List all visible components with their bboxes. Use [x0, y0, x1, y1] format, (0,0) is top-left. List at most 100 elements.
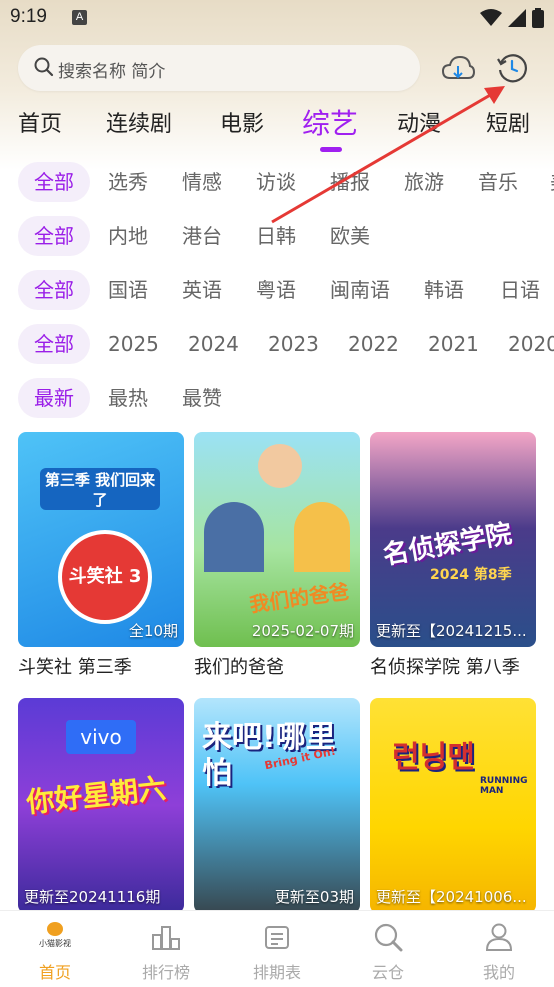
cloud-search-icon	[374, 923, 403, 952]
episode-badge: 更新至03期	[274, 888, 354, 906]
filter-chip[interactable]: 国语	[108, 270, 148, 310]
nav-label: 我的	[482, 963, 515, 982]
history-icon[interactable]	[495, 51, 529, 85]
nav-cloud[interactable]: 云仓	[343, 921, 433, 983]
filter-chip[interactable]: 全部	[18, 324, 90, 364]
filter-chip[interactable]: 访谈	[256, 162, 296, 202]
filter-chip[interactable]: 最热	[108, 378, 148, 418]
poster-text: 我们的爸爸	[248, 579, 351, 617]
tab-variety[interactable]: 综艺	[302, 102, 358, 142]
poster-image[interactable]: 来吧!哪里怕 Bring it On! 更新至03期	[194, 698, 360, 913]
episode-badge: 更新至【20241215...	[376, 622, 527, 640]
filter-chip[interactable]: 选秀	[108, 162, 148, 202]
filter-chip[interactable]: 音乐	[478, 162, 518, 202]
poster-logo: vivo	[66, 720, 136, 754]
poster-image[interactable]: 런닝맨 RUNNING MAN 更新至【20241006...	[370, 698, 536, 913]
poster-image[interactable]: 名侦探学院 2024 第8季 更新至【20241215...	[370, 432, 536, 647]
signal-icon	[508, 9, 526, 27]
filter-row-region: 全部 内地 港台 日韩 欧美	[0, 216, 554, 260]
person-icon	[294, 502, 350, 572]
wifi-icon	[480, 9, 502, 26]
poster-image[interactable]: 第三季 我们回来了 斗笑社 3 全10期	[18, 432, 184, 647]
episode-badge: 更新至20241116期	[24, 888, 161, 906]
filter-chip[interactable]: 全部	[18, 270, 90, 310]
notification-icon: A	[72, 10, 87, 25]
poster-image[interactable]: 我们的爸爸 2025-02-07期	[194, 432, 360, 647]
search-icon	[34, 57, 54, 77]
tab-home[interactable]: 首页	[18, 106, 62, 138]
ranking-icon	[152, 926, 180, 950]
filter-chip[interactable]: 闽南语	[330, 270, 390, 310]
filter-chip[interactable]: 日语	[500, 270, 540, 310]
filter-chip[interactable]: 情感	[182, 162, 222, 202]
show-card[interactable]: 来吧!哪里怕 Bring it On! 更新至03期	[194, 698, 360, 913]
show-card[interactable]: 我们的爸爸 2025-02-07期 我们的爸爸	[194, 432, 360, 679]
tab-series[interactable]: 连续剧	[106, 106, 172, 138]
person-icon	[258, 444, 302, 488]
status-icons	[480, 8, 544, 28]
filter-chip[interactable]: 2023	[268, 324, 319, 364]
show-card[interactable]: 第三季 我们回来了 斗笑社 3 全10期 斗笑社 第三季	[18, 432, 184, 679]
filter-row-type: 全部 选秀 情感 访谈 播报 旅游 音乐 美	[0, 162, 554, 206]
poster-sub: RUNNING MAN	[480, 776, 528, 796]
filter-chip[interactable]: 韩语	[424, 270, 464, 310]
tab-indicator	[320, 147, 342, 152]
filter-chip[interactable]: 旅游	[404, 162, 444, 202]
filter-chip[interactable]: 全部	[18, 162, 90, 202]
app-logo-icon: 小猫影视	[10, 921, 100, 953]
show-card[interactable]: 런닝맨 RUNNING MAN 更新至【20241006...	[370, 698, 536, 913]
nav-schedule[interactable]: 排期表	[232, 921, 322, 983]
tab-short-drama[interactable]: 短剧	[486, 106, 530, 138]
poster-logo: 斗笑社 3	[58, 530, 152, 624]
nav-ranking[interactable]: 排行榜	[121, 921, 211, 983]
poster-image[interactable]: vivo 你好星期六 更新至20241116期	[18, 698, 184, 913]
user-icon	[485, 923, 513, 951]
filter-chip[interactable]: 播报	[330, 162, 370, 202]
episode-badge: 全10期	[128, 622, 178, 640]
schedule-icon	[265, 926, 289, 949]
show-title[interactable]: 斗笑社 第三季	[18, 653, 184, 679]
cloud-download-icon[interactable]	[441, 52, 475, 86]
filter-chip[interactable]: 港台	[182, 216, 222, 256]
show-card[interactable]: 名侦探学院 2024 第8季 更新至【20241215... 名侦探学院 第八季	[370, 432, 536, 679]
filter-chip[interactable]: 内地	[108, 216, 148, 256]
filter-chip[interactable]: 2020	[508, 324, 554, 364]
show-card[interactable]: vivo 你好星期六 更新至20241116期	[18, 698, 184, 913]
poster-text: 런닝맨	[392, 740, 475, 775]
poster-text: 你好星期六	[24, 771, 168, 820]
search-input[interactable]: 搜索名称 简介	[18, 45, 420, 91]
poster-sub: 2024 第8季	[430, 567, 512, 583]
bottom-nav: 小猫影视 首页 排行榜 排期表 云仓 我的	[0, 910, 554, 987]
filter-chip[interactable]: 2024	[188, 324, 239, 364]
person-icon	[204, 502, 264, 572]
filter-chip[interactable]: 2021	[428, 324, 479, 364]
category-tabs: 首页 连续剧 电影 综艺 动漫 短剧	[0, 100, 554, 150]
search-placeholder: 搜索名称 简介	[58, 62, 166, 82]
status-time: 9:19	[10, 6, 47, 27]
filter-chip[interactable]: 粤语	[256, 270, 296, 310]
filter-row-language: 全部 国语 英语 粤语 闽南语 韩语 日语	[0, 270, 554, 314]
nav-label: 首页	[38, 963, 71, 982]
filter-chip[interactable]: 2022	[348, 324, 399, 364]
tab-anime[interactable]: 动漫	[397, 106, 441, 138]
filter-chip[interactable]: 最赞	[182, 378, 222, 418]
filter-chip[interactable]: 2025	[108, 324, 159, 364]
app-logo-text: 小猫影视	[39, 939, 71, 948]
filter-chip[interactable]: 英语	[182, 270, 222, 310]
filter-chip[interactable]: 日韩	[256, 216, 296, 256]
episode-badge: 2025-02-07期	[251, 622, 354, 640]
nav-label: 排行榜	[141, 963, 190, 982]
nav-profile[interactable]: 我的	[454, 921, 544, 983]
poster-text: 第三季 我们回来了	[40, 468, 160, 510]
nav-home[interactable]: 小猫影视 首页	[10, 921, 100, 983]
battery-icon	[532, 8, 544, 28]
filter-chip[interactable]: 全部	[18, 216, 90, 256]
filter-chip[interactable]: 欧美	[330, 216, 370, 256]
filter-row-year: 全部 2025 2024 2023 2022 2021 2020	[0, 324, 554, 368]
filter-chip[interactable]: 美	[550, 162, 554, 202]
filter-chip[interactable]: 最新	[18, 378, 90, 418]
tab-movie[interactable]: 电影	[220, 106, 264, 138]
episode-badge: 更新至【20241006...	[376, 888, 527, 906]
show-title[interactable]: 名侦探学院 第八季	[370, 653, 536, 679]
show-title[interactable]: 我们的爸爸	[194, 653, 360, 679]
